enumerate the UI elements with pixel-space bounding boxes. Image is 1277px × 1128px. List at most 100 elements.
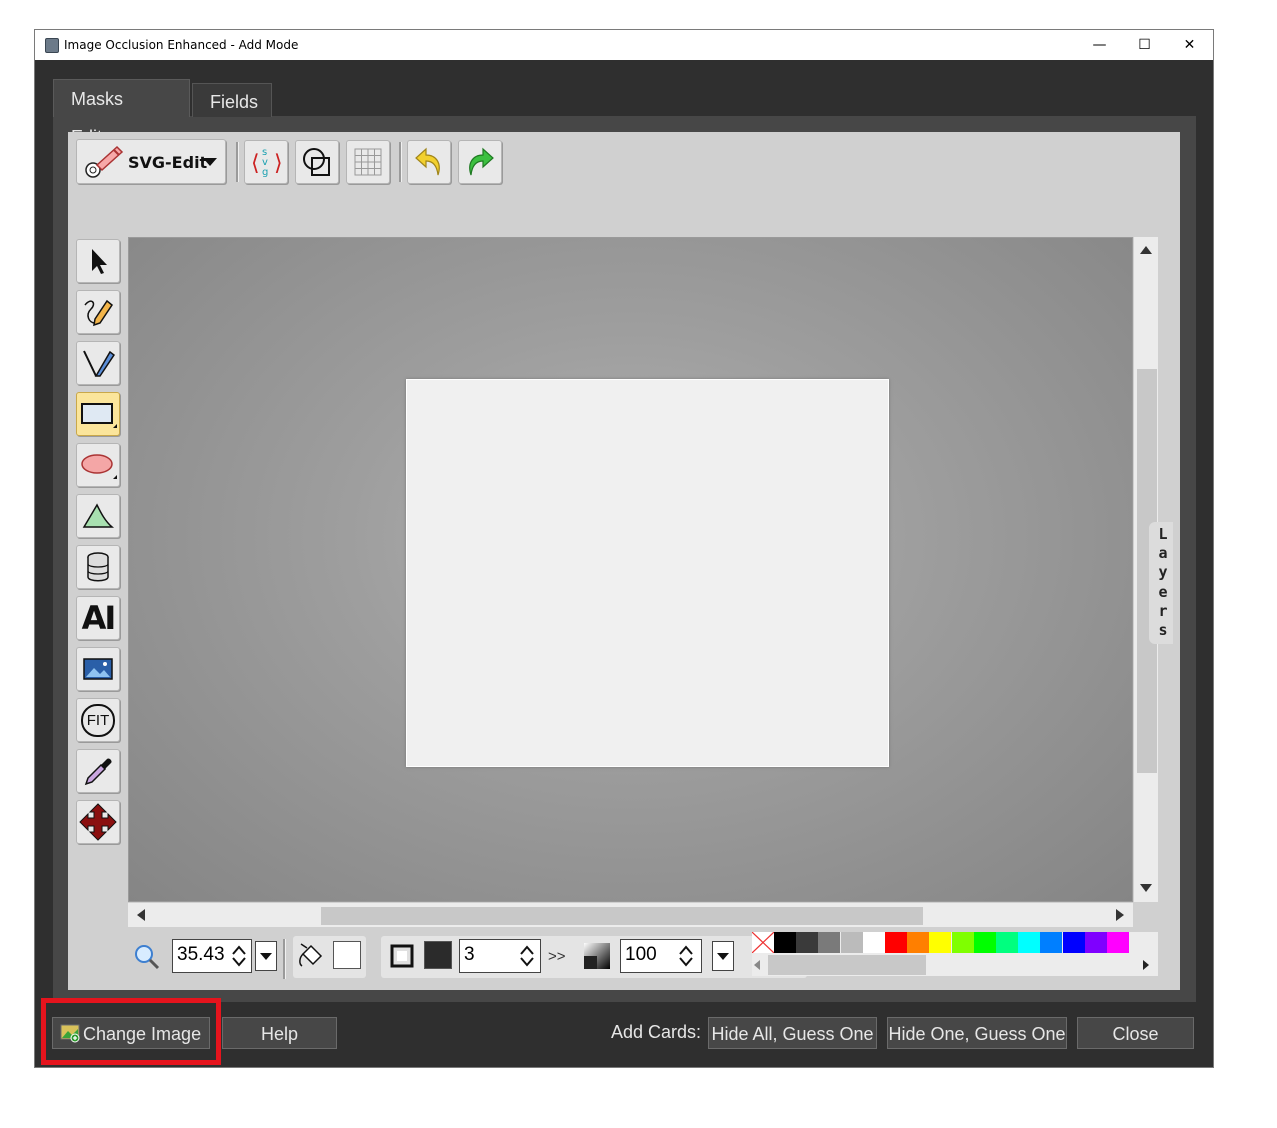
eyedropper-tool-button[interactable] — [76, 749, 120, 793]
zoom-icon — [135, 945, 160, 970]
opacity-value: 100 — [625, 944, 657, 965]
undo-button[interactable] — [407, 140, 451, 184]
shape-library-button[interactable] — [76, 545, 120, 589]
palette-scroll-left-icon[interactable] — [754, 960, 760, 970]
palette-swatch[interactable] — [862, 932, 885, 953]
text-tool-button[interactable]: AI — [76, 596, 120, 640]
svg-source-icon: ⟨ ⟩ s v g — [251, 147, 283, 178]
palette-swatch[interactable] — [1062, 932, 1085, 953]
fit-icon: FIT — [80, 703, 116, 737]
pencil-icon — [84, 299, 114, 327]
opacity-dropdown-button[interactable] — [712, 941, 734, 971]
minimize-button[interactable]: — — [1077, 30, 1122, 60]
rectangle-icon — [81, 403, 117, 428]
palette-scroll-right-icon[interactable] — [1143, 960, 1149, 970]
stroke-width-value: 3 — [464, 944, 475, 965]
scroll-up-arrow-icon[interactable] — [1140, 246, 1152, 254]
svg-edit-menu-button[interactable]: SVG-Edit — [76, 139, 226, 184]
stroke-width-spinner-icon[interactable] — [519, 945, 535, 967]
help-button[interactable]: Help — [222, 1017, 337, 1049]
highlight-box — [41, 998, 221, 1065]
close-window-button[interactable]: ✕ — [1167, 30, 1212, 60]
palette-swatch[interactable] — [796, 932, 819, 953]
svg-editor: SVG-Edit ⟨ ⟩ s v g AI FIT L a y e r s 35… — [68, 132, 1180, 990]
chevron-down-icon — [260, 953, 272, 960]
redo-icon — [469, 147, 494, 176]
palette-swatch[interactable] — [996, 932, 1018, 953]
undo-icon — [415, 147, 440, 176]
redo-button[interactable] — [458, 140, 502, 184]
zoom-fit-button[interactable]: FIT — [76, 698, 120, 742]
opacity-icon — [584, 943, 610, 969]
pen-tool-button[interactable] — [76, 341, 120, 385]
no-color-swatch[interactable] — [752, 932, 774, 953]
palette-scrollbar-thumb[interactable] — [768, 955, 926, 975]
chevron-down-icon — [717, 953, 729, 960]
palette-swatch[interactable] — [951, 932, 974, 953]
stroke-icon — [390, 944, 414, 968]
palette-swatch[interactable] — [1018, 932, 1041, 953]
svg-edit-logo-icon — [85, 145, 124, 178]
scroll-right-arrow-icon[interactable] — [1116, 909, 1124, 921]
palette-swatch[interactable] — [774, 932, 796, 953]
palette-swatch[interactable] — [818, 932, 841, 953]
app-window: Image Occlusion Enhanced - Add Mode — ☐ … — [34, 29, 1214, 1068]
svg-edit-menu-label: SVG-Edit — [128, 153, 208, 172]
toolbar-separator — [399, 142, 402, 182]
ellipse-tool-button[interactable] — [76, 443, 120, 487]
scroll-down-arrow-icon[interactable] — [1140, 884, 1152, 892]
svg-text:⟨: ⟨ — [251, 151, 260, 176]
artboard[interactable] — [406, 379, 889, 767]
grid-button[interactable] — [346, 140, 390, 184]
tab-fields[interactable]: Fields — [192, 83, 272, 117]
palette-swatch[interactable] — [885, 932, 907, 953]
hide-all-guess-one-button[interactable]: Hide All, Guess One — [708, 1017, 877, 1049]
path-shape-icon — [82, 503, 115, 528]
grid-icon — [354, 148, 382, 176]
zoom-value: 35.43 — [177, 944, 225, 965]
chevron-down-icon — [203, 158, 217, 166]
opacity-spinner-icon[interactable] — [678, 945, 694, 967]
zoom-spinner-icon[interactable] — [231, 945, 247, 967]
title-bar: Image Occlusion Enhanced - Add Mode — ☐ … — [35, 30, 1213, 60]
palette-swatch[interactable] — [1084, 932, 1107, 953]
palette-swatch[interactable] — [1107, 932, 1129, 953]
tab-masks-editor[interactable]: Masks Editor — [53, 79, 190, 147]
zoom-dropdown-button[interactable] — [255, 941, 277, 971]
layers-label: L a y e r s — [1158, 525, 1168, 640]
wireframe-button[interactable] — [295, 140, 339, 184]
pan-tool-button[interactable] — [76, 800, 120, 844]
palette-swatch[interactable] — [907, 932, 930, 953]
fill-color-swatch[interactable] — [333, 941, 361, 969]
image-icon — [83, 658, 113, 680]
palette-swatch[interactable] — [929, 932, 952, 953]
ellipse-icon — [81, 454, 117, 479]
add-cards-label: Add Cards: — [611, 1022, 702, 1042]
select-tool-button[interactable] — [76, 239, 120, 283]
text-tool-icon: AI — [81, 599, 117, 637]
maximize-button[interactable]: ☐ — [1122, 30, 1167, 60]
more-options-button[interactable]: >> — [548, 948, 566, 965]
stroke-color-swatch[interactable] — [424, 941, 452, 969]
pencil-tool-button[interactable] — [76, 290, 120, 334]
rectangle-tool-button[interactable] — [76, 392, 120, 436]
close-button[interactable]: Close — [1077, 1017, 1194, 1049]
hide-one-guess-one-button[interactable]: Hide One, Guess One — [887, 1017, 1067, 1049]
palette-swatch[interactable] — [840, 932, 863, 953]
image-tool-button[interactable] — [76, 647, 120, 691]
palette-swatch[interactable] — [973, 932, 996, 953]
pen-line-icon — [83, 350, 115, 377]
cylinder-icon — [87, 552, 109, 582]
source-button[interactable]: ⟨ ⟩ s v g — [244, 140, 288, 184]
paint-bucket-icon — [299, 943, 323, 967]
app-icon — [45, 38, 59, 53]
path-tool-button[interactable] — [76, 494, 120, 538]
palette-swatch[interactable] — [1040, 932, 1063, 953]
scroll-left-arrow-icon[interactable] — [137, 909, 145, 921]
toolbar-separator — [283, 939, 286, 979]
arrow-pointer-icon — [92, 249, 107, 274]
toolbar-separator — [236, 142, 239, 182]
horizontal-scrollbar-thumb[interactable] — [321, 907, 923, 925]
svg-text:⟩: ⟩ — [274, 151, 283, 176]
eyedropper-icon — [84, 758, 112, 786]
